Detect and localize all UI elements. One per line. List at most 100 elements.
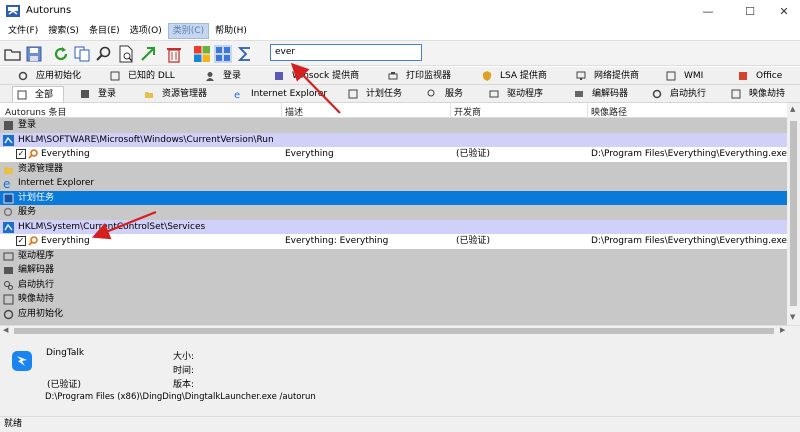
scroll-down-icon[interactable]: ▼ bbox=[790, 313, 795, 321]
registry-icon bbox=[3, 221, 14, 233]
column-image-path[interactable]: 映像路径 bbox=[591, 105, 627, 118]
tab-print-monitors[interactable]: 打印监视器 bbox=[388, 68, 451, 84]
autoruns-list: 登录 HKLM\SOFTWARE\Microsoft\Windows\Curre… bbox=[0, 118, 787, 325]
tab-boot-execute[interactable]: 启动执行 bbox=[652, 86, 706, 102]
registry-key-row[interactable]: HKLM\System\CurrentControlSet\Services bbox=[0, 219, 787, 234]
windows-entries-icon[interactable] bbox=[193, 45, 211, 63]
appinit-icon bbox=[3, 309, 14, 319]
table-row[interactable]: ✓ Everything Everything: Everything (已验证… bbox=[0, 234, 787, 249]
save-icon[interactable] bbox=[25, 45, 43, 63]
detail-size-label: 大小: bbox=[173, 352, 195, 362]
tab-winsock[interactable]: Winsock 提供商 bbox=[274, 68, 359, 84]
tab-row-bottom: 全部 登录 资源管理器 e Internet Explorer 计划任务 服务 驱… bbox=[0, 85, 800, 103]
category-row-boot-execute[interactable]: 启动执行 bbox=[0, 277, 787, 292]
registry-key-row[interactable]: HKLM\SOFTWARE\Microsoft\Windows\CurrentV… bbox=[0, 132, 787, 147]
tab-known-dlls[interactable]: 已知的 DLL bbox=[110, 68, 175, 84]
tab-network[interactable]: 网络提供商 bbox=[576, 68, 639, 84]
category-row-drivers[interactable]: 驱动程序 bbox=[0, 248, 787, 263]
tab-drivers[interactable]: 驱动程序 bbox=[489, 86, 543, 102]
vertical-scrollbar[interactable]: ▲ ▼ bbox=[787, 103, 800, 325]
boot-icon bbox=[4, 280, 13, 290]
services-icon bbox=[3, 207, 13, 217]
find-icon[interactable] bbox=[95, 45, 113, 63]
tab-services[interactable]: 服务 bbox=[427, 86, 463, 102]
scroll-thumb[interactable] bbox=[790, 121, 797, 306]
category-row-image-hijacks[interactable]: 映像劫持 bbox=[0, 292, 787, 307]
registry-icon bbox=[3, 134, 14, 146]
minimize-button[interactable]: — bbox=[690, 0, 726, 22]
category-row-appinit[interactable]: 应用初始化 bbox=[0, 306, 787, 321]
category-row-services[interactable]: 服务 bbox=[0, 205, 787, 220]
category-row-logon[interactable]: 登录 bbox=[0, 118, 787, 133]
tab-scheduled-tasks[interactable]: 计划任务 bbox=[348, 86, 402, 102]
everything-icon bbox=[28, 149, 38, 159]
column-description[interactable]: 描述 bbox=[285, 105, 303, 118]
everything-icon bbox=[28, 236, 38, 246]
detail-verified: (已验证) bbox=[47, 380, 82, 390]
detail-name: DingTalk bbox=[46, 348, 85, 358]
codec-icon bbox=[4, 267, 13, 274]
svg-text:e: e bbox=[3, 178, 10, 189]
tab-appinit[interactable]: 应用初始化 bbox=[18, 68, 81, 84]
tab-internet-explorer[interactable]: e Internet Explorer bbox=[233, 86, 327, 102]
tab-row-top: 应用初始化 已知的 DLL 登录 Winsock 提供商 打印监视器 LSA 提… bbox=[0, 67, 800, 85]
tab-explorer[interactable]: 资源管理器 bbox=[144, 86, 207, 102]
microsoft-entries-icon[interactable] bbox=[214, 45, 232, 63]
ie-icon: e bbox=[3, 178, 10, 189]
category-row-scheduled-tasks[interactable]: 计划任务 bbox=[0, 190, 787, 205]
category-row-explorer[interactable]: 资源管理器 bbox=[0, 161, 787, 176]
window-title: Autoruns bbox=[26, 5, 72, 16]
logon-icon bbox=[4, 121, 13, 130]
menu-options[interactable]: 选项(O) bbox=[126, 23, 166, 39]
open-icon[interactable] bbox=[4, 45, 22, 63]
column-publisher[interactable]: 开发商 bbox=[454, 105, 481, 118]
svg-text:e: e bbox=[234, 90, 240, 99]
tab-image-hijacks[interactable]: 映像劫持 bbox=[731, 86, 785, 102]
autoruns-app-icon bbox=[6, 5, 20, 17]
menu-file[interactable]: 文件(F) bbox=[4, 23, 42, 39]
tab-wmi[interactable]: WMI bbox=[666, 68, 703, 84]
enabled-checkbox[interactable]: ✓ bbox=[16, 149, 26, 159]
tab-logon-top[interactable]: 登录 bbox=[205, 68, 241, 84]
enabled-checkbox[interactable]: ✓ bbox=[16, 236, 26, 246]
detail-command-line: D:\Program Files (x86)\DingDing\Dingtalk… bbox=[45, 392, 316, 402]
category-row-codecs[interactable]: 编解码器 bbox=[0, 263, 787, 278]
menu-help[interactable]: 帮助(H) bbox=[211, 23, 251, 39]
maximize-button[interactable]: ☐ bbox=[732, 0, 768, 22]
copy-icon[interactable] bbox=[73, 45, 91, 63]
tab-everything[interactable]: 全部 bbox=[12, 86, 65, 102]
tab-logon[interactable]: 登录 bbox=[80, 86, 116, 102]
scroll-up-icon[interactable]: ▲ bbox=[790, 105, 795, 113]
scroll-right-icon[interactable]: ▶ bbox=[780, 326, 785, 334]
detail-pane: DingTalk (已验证) 大小: 时间: 版本: D:\Program Fi… bbox=[0, 335, 800, 416]
column-header: Autoruns 条目 描述 开发商 映像路径 bbox=[0, 103, 787, 118]
filter-input[interactable]: ever bbox=[270, 44, 422, 61]
horizontal-scrollbar[interactable]: ◀ ▶ bbox=[0, 325, 800, 335]
jump-to-icon[interactable] bbox=[139, 45, 157, 63]
dingtalk-icon bbox=[12, 351, 32, 371]
tab-office[interactable]: Office bbox=[738, 68, 782, 84]
tab-codecs[interactable]: 编解码器 bbox=[574, 86, 628, 102]
tab-lsa[interactable]: LSA 提供商 bbox=[482, 68, 547, 84]
menu-search[interactable]: 搜索(S) bbox=[44, 23, 83, 39]
table-row[interactable]: ✓ Everything Everything (已验证) D:\Program… bbox=[0, 147, 787, 162]
menu-category[interactable]: 类别(C) bbox=[167, 23, 210, 39]
status-bar: 就绪 bbox=[0, 416, 800, 432]
task-icon bbox=[3, 193, 14, 203]
properties-icon[interactable] bbox=[117, 45, 135, 63]
scroll-thumb-horizontal[interactable] bbox=[14, 328, 774, 334]
folder-icon bbox=[4, 166, 13, 174]
category-row-ie[interactable]: e Internet Explorer bbox=[0, 176, 787, 191]
close-button[interactable]: ✕ bbox=[766, 0, 800, 22]
detail-time-label: 时间: bbox=[173, 366, 195, 376]
menu-bar: 文件(F) 搜索(S) 条目(E) 选项(O) 类别(C) 帮助(H) bbox=[0, 22, 800, 40]
delete-icon[interactable] bbox=[165, 45, 183, 63]
scroll-left-icon[interactable]: ◀ bbox=[3, 326, 8, 334]
title-bar: Autoruns — ☐ ✕ bbox=[0, 0, 800, 22]
refresh-icon[interactable] bbox=[52, 45, 70, 63]
menu-entry[interactable]: 条目(E) bbox=[85, 23, 124, 39]
driver-icon bbox=[3, 252, 14, 260]
sigma-icon[interactable] bbox=[236, 45, 254, 63]
hijack-icon bbox=[3, 294, 14, 305]
column-entry[interactable]: Autoruns 条目 bbox=[5, 105, 67, 118]
